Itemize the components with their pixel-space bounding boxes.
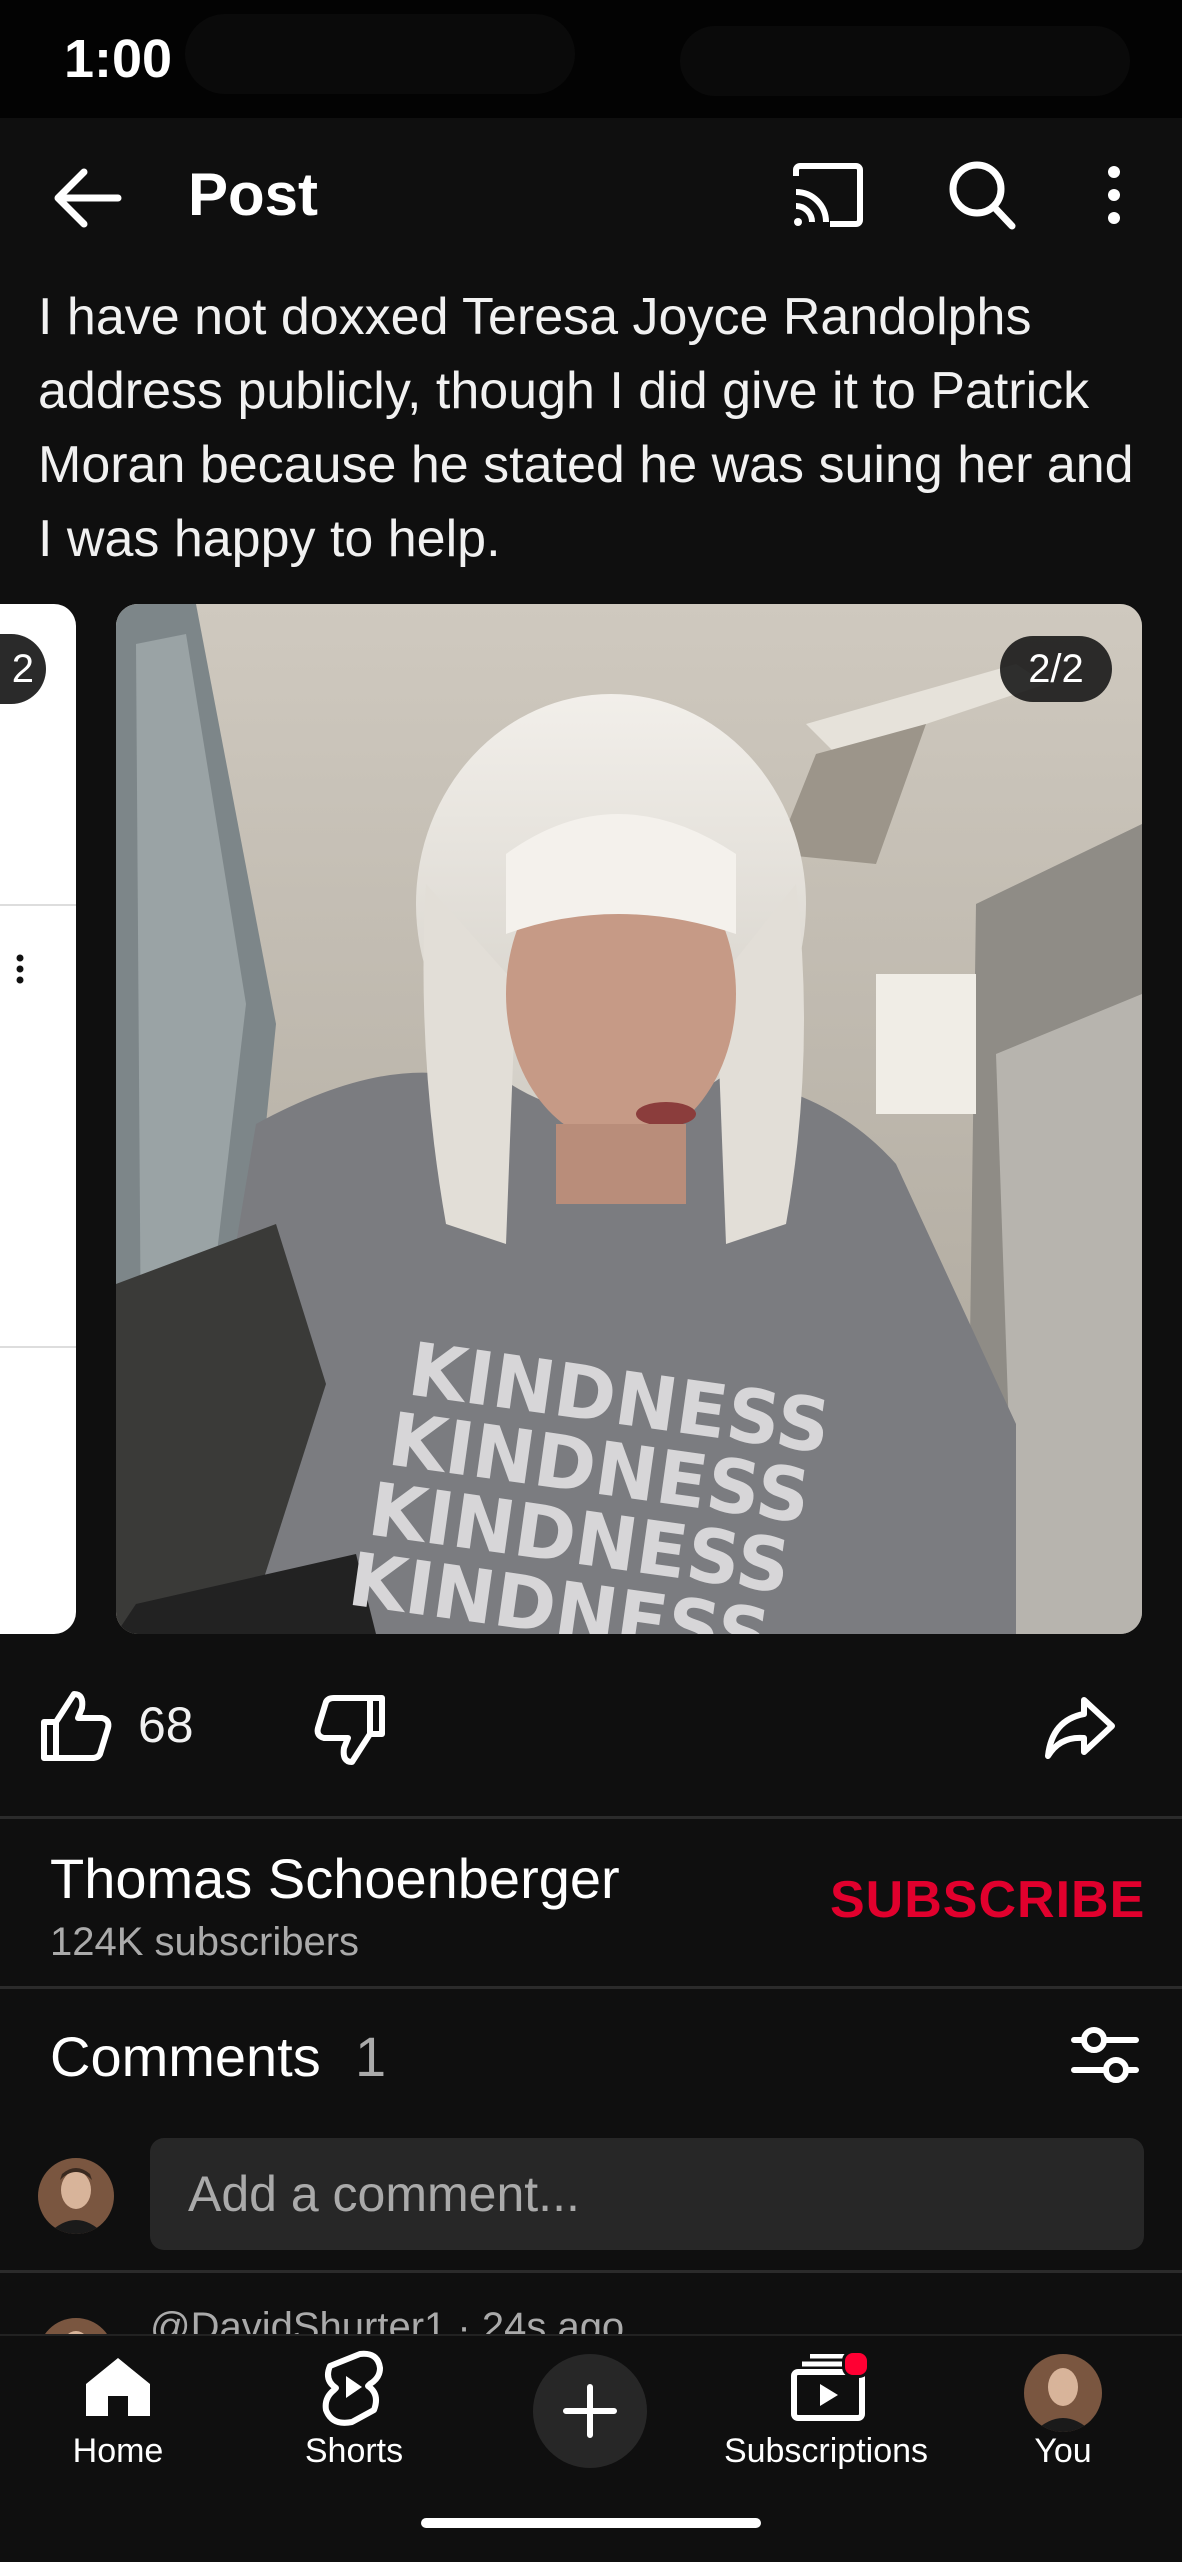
like-count: 68 [138,1697,194,1753]
cast-icon[interactable] [790,162,866,228]
divider [0,1816,1182,1819]
home-icon[interactable] [82,2354,154,2420]
comments-title[interactable]: Comments [50,2024,321,2089]
create-button[interactable] [533,2354,647,2468]
subscribe-button[interactable]: SUBSCRIBE [830,1870,1145,1930]
avatar [38,2158,114,2234]
thumb-down-icon[interactable] [312,1692,388,1768]
search-icon[interactable] [946,158,1018,232]
nav-label-you[interactable]: You [933,2432,1182,2471]
post-photo: KINDNESS KINDNESS KINDNESS KINDNESS [116,604,1142,1634]
previous-image-card[interactable] [0,604,76,1634]
image-counter: 2/2 [1000,636,1112,702]
sort-filter-icon[interactable] [1070,2024,1140,2086]
channel-name[interactable]: Thomas Schoenberger [50,1846,620,1911]
post-image[interactable]: KINDNESS KINDNESS KINDNESS KINDNESS [116,604,1142,1634]
redacted-status-area [680,26,1130,96]
notification-badge [842,2350,870,2378]
add-comment-input[interactable] [150,2138,1144,2250]
shorts-icon[interactable] [320,2348,384,2426]
subscriber-count: 124K subscribers [50,1920,360,1964]
thumb-up-icon[interactable] [38,1688,114,1764]
divider [0,1986,1182,1989]
redacted-status-area [185,14,575,94]
status-time: 1:00 [64,29,173,89]
avatar[interactable] [1024,2354,1102,2432]
plus-icon [563,2384,617,2438]
post-text: I have not doxxed Teresa Joyce Randolphs… [38,288,1134,568]
home-indicator [421,2518,761,2528]
divider [0,2270,1182,2273]
more-vert-icon[interactable] [1100,164,1128,226]
back-arrow-icon[interactable] [48,160,128,236]
nav-label-shorts[interactable]: Shorts [224,2432,484,2471]
page-title: Post [188,161,319,228]
nav-label-home[interactable]: Home [0,2432,248,2471]
share-icon[interactable] [1042,1694,1118,1760]
nav-label-subscriptions[interactable]: Subscriptions [696,2432,956,2471]
comments-count: 1 [355,2025,387,2088]
more-vert-icon [16,954,24,984]
